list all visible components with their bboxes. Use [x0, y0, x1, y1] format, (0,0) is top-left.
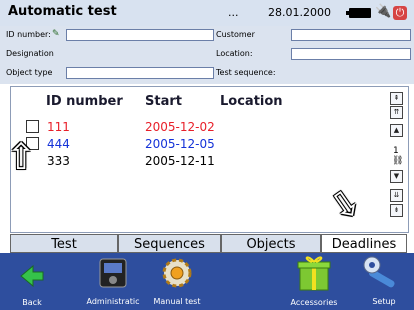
page-title: Automatic test — [8, 4, 117, 19]
tab-test[interactable]: Test — [10, 234, 118, 253]
instrument-icon — [99, 258, 127, 288]
status-date: 28.01.2000 — [268, 6, 331, 19]
back-button[interactable]: Back — [17, 264, 47, 307]
back-label: Back — [22, 298, 42, 307]
administrative-label: Administratic — [86, 297, 140, 306]
column-header-id-number[interactable]: ID number — [46, 94, 123, 109]
tab-deadlines[interactable]: Deadlines — [321, 234, 407, 253]
scroll-top-button[interactable]: ⇞ — [390, 92, 403, 105]
gift-box-icon — [297, 256, 331, 291]
administrative-button[interactable]: Administratic — [84, 255, 142, 307]
gear-icon — [162, 258, 192, 288]
row-id[interactable]: 111 — [47, 120, 70, 134]
wrench-icon — [363, 256, 395, 288]
location-field[interactable] — [291, 48, 411, 60]
row-id[interactable]: 333 — [47, 154, 70, 168]
accessories-button[interactable]: Accessories — [282, 254, 346, 308]
scroll-down-button[interactable]: ▼ — [390, 170, 403, 183]
customer-label: Customer — [216, 30, 255, 39]
tab-sequences[interactable]: Sequences — [118, 234, 221, 253]
power-button[interactable]: ⏻ — [393, 6, 407, 20]
object-type-label: Object type — [6, 68, 53, 77]
row-checkbox[interactable] — [26, 120, 39, 133]
setup-button[interactable]: Setup — [358, 255, 410, 307]
status-ellipsis: ... — [228, 6, 239, 19]
scroll-up-button[interactable]: ▲ — [390, 124, 403, 137]
test-sequence-label: Test sequence: — [216, 68, 276, 77]
row-start[interactable]: 2005-12-05 — [145, 137, 215, 151]
battery-icon — [346, 8, 371, 18]
back-arrow-icon — [20, 264, 44, 288]
row-id[interactable]: 444 — [47, 137, 70, 151]
scroll-page-down-button[interactable]: ⇊ — [390, 189, 403, 202]
accessories-label: Accessories — [290, 298, 338, 307]
id-number-label: ID number: — [6, 30, 51, 39]
setup-label: Setup — [372, 297, 396, 306]
customer-field[interactable] — [291, 29, 411, 41]
pointer-arrow-up-icon: ⇧ — [6, 137, 37, 178]
link-icon: ⛓ — [392, 156, 404, 166]
scroll-bottom-button[interactable]: ⇟ — [390, 204, 403, 217]
row-start[interactable]: 2005-12-02 — [145, 120, 215, 134]
column-header-location[interactable]: Location — [220, 94, 283, 109]
row-start[interactable]: 2005-12-11 — [145, 154, 215, 168]
edit-pen-icon[interactable]: ✎ — [52, 29, 60, 39]
plug-icon: 🔌 — [375, 4, 392, 19]
manual-test-label: Manual test — [153, 297, 201, 306]
object-type-field[interactable] — [66, 67, 214, 79]
location-label: Location: — [216, 49, 253, 58]
manual-test-button[interactable]: Manual test — [148, 255, 206, 307]
designation-label: Designation — [6, 49, 54, 58]
column-header-start[interactable]: Start — [145, 94, 182, 109]
id-number-field[interactable] — [66, 29, 214, 41]
tab-objects[interactable]: Objects — [221, 234, 321, 253]
page-number: 1 — [393, 146, 399, 156]
scroll-page-up-button[interactable]: ⇈ — [390, 106, 403, 119]
